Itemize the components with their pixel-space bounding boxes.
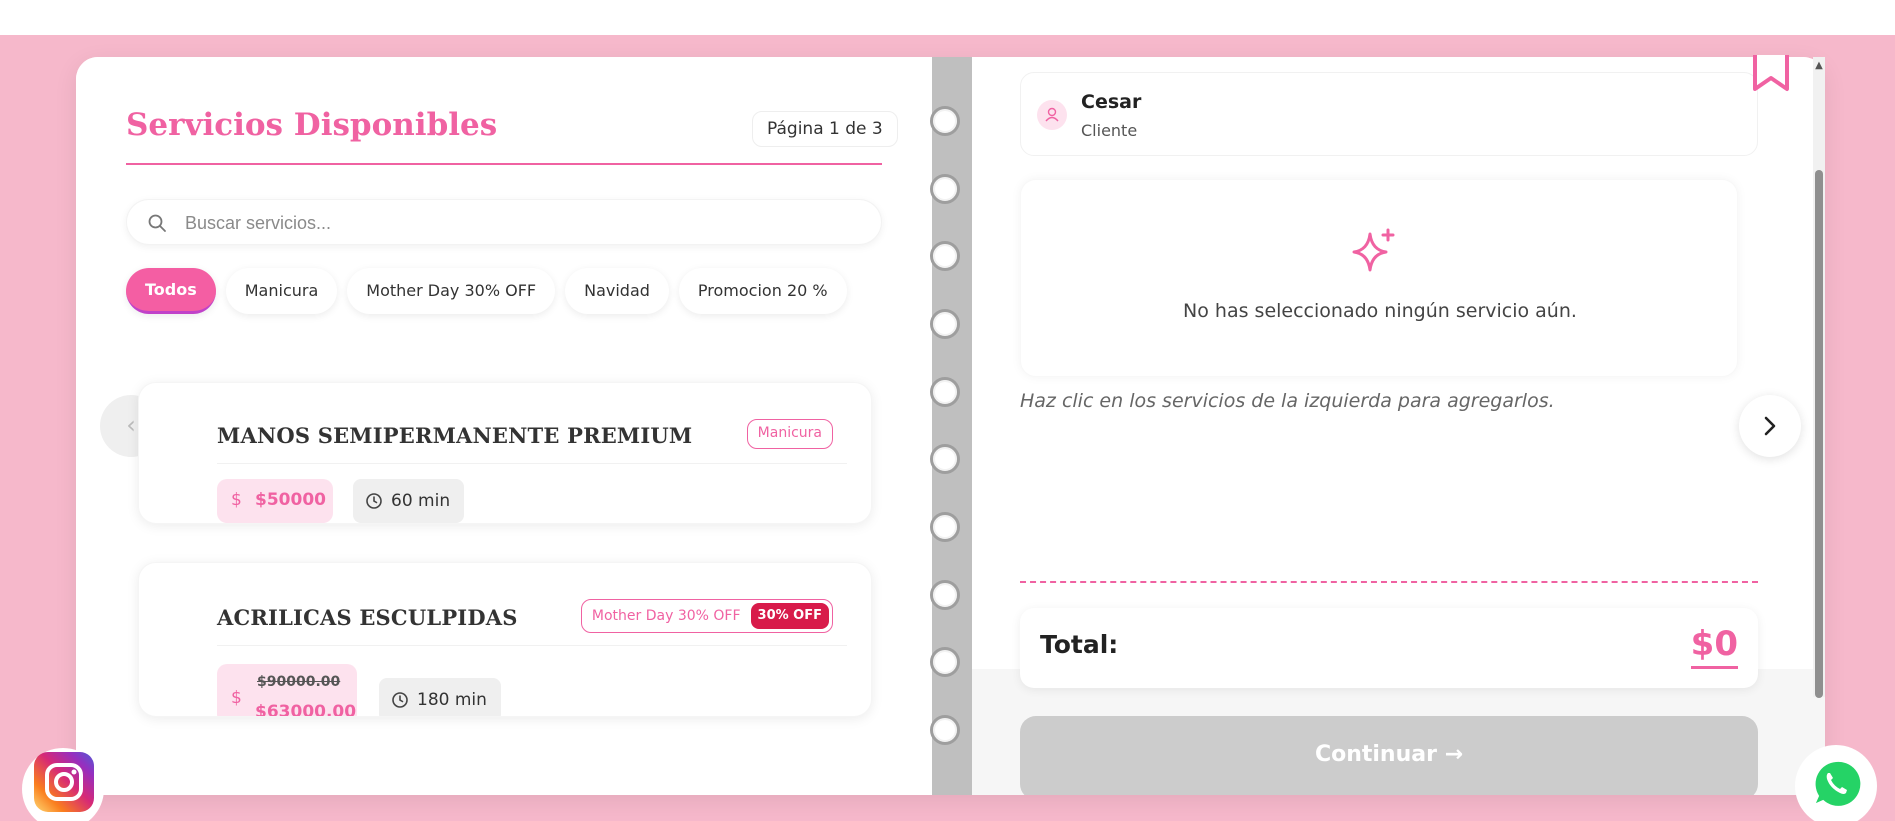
user-icon (1037, 100, 1067, 130)
discount-badge: 30% OFF (750, 603, 829, 629)
binder-ring (930, 444, 960, 474)
duration-badge: 180 min (379, 678, 501, 716)
instagram-icon (34, 752, 94, 812)
duration-value: 180 min (417, 690, 487, 710)
total-label: Total: (1040, 630, 1119, 659)
price-badge: $ $50000 (217, 479, 333, 523)
card-divider (217, 463, 847, 464)
instagram-button[interactable] (22, 748, 104, 821)
filter-chip-manicura[interactable]: Manicura (225, 268, 338, 314)
summary-panel: Cesar Cliente No has seleccionado ningún… (972, 57, 1825, 795)
scroll-up-arrow[interactable]: ▲ (1813, 60, 1825, 72)
search-bar[interactable] (126, 199, 882, 245)
service-name: MANOS SEMIPERMANENTE PREMIUM (217, 423, 693, 448)
price-value: $50000 (255, 490, 326, 510)
booking-notebook: Servicios Disponibles Página 1 de 3 Todo… (76, 57, 1825, 795)
binder-ring (930, 715, 960, 745)
price-value: $63000.00 (255, 702, 357, 717)
hint-text: Haz clic en los servicios de la izquierd… (1020, 390, 1555, 412)
continue-button[interactable]: Continuar → (1020, 716, 1758, 795)
binder-ring (930, 174, 960, 204)
title-divider (126, 163, 882, 165)
empty-selection-card: No has seleccionado ningún servicio aún. (1020, 179, 1738, 377)
search-icon (148, 214, 166, 232)
bookmark-icon (1753, 55, 1789, 91)
client-role: Cliente (1081, 121, 1138, 140)
filter-chip-mother-day[interactable]: Mother Day 30% OFF (347, 268, 556, 314)
service-card[interactable]: ACRILICAS ESCULPIDAS Mother Day 30% OFF … (138, 562, 872, 717)
clock-icon (366, 493, 382, 509)
sparkle-icon (1352, 228, 1395, 272)
promo-tag: Mother Day 30% OFF 30% OFF (580, 599, 833, 633)
service-card[interactable]: MANOS SEMIPERMANENTE PREMIUM Manicura $ … (138, 382, 872, 524)
dollar-icon: $ (231, 688, 242, 708)
whatsapp-button[interactable] (1795, 745, 1877, 821)
service-name: ACRILICAS ESCULPIDAS (217, 605, 518, 630)
binder-ring (930, 580, 960, 610)
original-price: $90000.00 (257, 674, 341, 690)
client-card: Cesar Cliente (1020, 72, 1758, 156)
services-panel: Servicios Disponibles Página 1 de 3 Todo… (76, 57, 932, 795)
dollar-icon: $ (231, 490, 242, 510)
scrollbar-thumb[interactable] (1815, 170, 1823, 698)
binder-ring (930, 241, 960, 271)
filter-chip-promocion[interactable]: Promocion 20 % (678, 268, 847, 314)
total-card: Total: $0 (1020, 608, 1758, 688)
binder-ring (930, 309, 960, 339)
card-divider (217, 645, 847, 646)
binder-ring (930, 106, 960, 136)
notebook-spine (932, 57, 972, 795)
filter-chip-todos[interactable]: Todos (126, 268, 216, 314)
category-filters: Todos Manicura Mother Day 30% OFF Navida… (126, 268, 847, 314)
search-input[interactable] (185, 208, 865, 238)
filter-chip-navidad[interactable]: Navidad (565, 268, 669, 314)
client-name: Cesar (1081, 91, 1142, 113)
duration-value: 60 min (391, 491, 451, 511)
price-badge: $ $90000.00 $63000.00 (217, 664, 357, 717)
promo-tag-label: Mother Day 30% OFF (591, 607, 741, 624)
binder-ring (930, 377, 960, 407)
total-value: $0 (1690, 624, 1738, 669)
chevron-left-icon: ‹ (126, 411, 136, 439)
whatsapp-icon (1812, 759, 1863, 808)
binder-ring (930, 512, 960, 542)
page-indicator: Página 1 de 3 (752, 111, 898, 147)
empty-message: No has seleccionado ningún servicio aún. (1183, 300, 1577, 322)
clock-icon (392, 692, 408, 708)
page-title: Servicios Disponibles (126, 107, 498, 143)
next-page-button[interactable] (1739, 395, 1801, 457)
chevron-right-icon (1764, 416, 1776, 436)
binder-ring (930, 647, 960, 677)
duration-badge: 60 min (353, 479, 465, 523)
dashed-divider (1020, 581, 1758, 583)
category-tag: Manicura (746, 419, 833, 449)
